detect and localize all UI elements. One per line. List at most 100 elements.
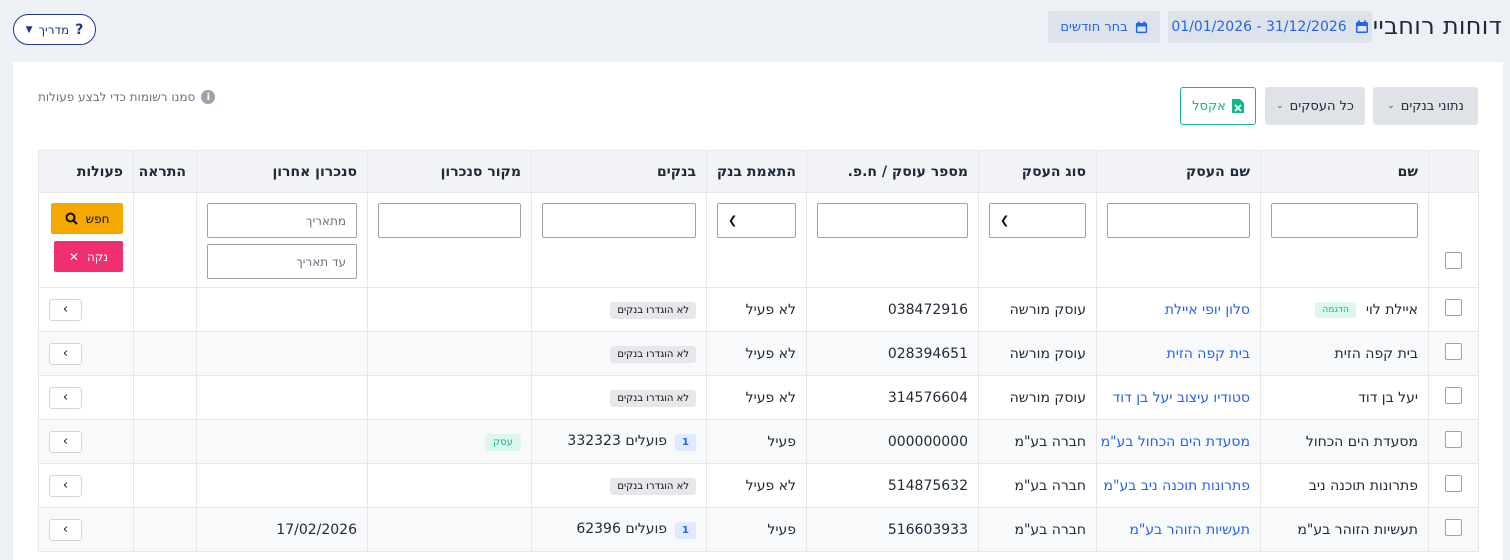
filter-banks-input[interactable] [542, 203, 696, 238]
bank-data-label: נתוני בנקים [1400, 98, 1464, 114]
row-open-button[interactable]: › [49, 298, 82, 321]
table-row[interactable]: איילת לוי הדגמה סלון יופי איילת עוסק מורש… [38, 287, 1479, 332]
table-row[interactable]: תעשיות הזוהר בע"מ תעשיות הזוהר בע"מ חברה… [38, 507, 1479, 552]
alert-cell [133, 419, 197, 464]
column-header-business-type[interactable]: סוג העסק [978, 150, 1097, 193]
chevron-right-icon: › [62, 434, 69, 449]
chevron-right-icon: › [62, 346, 69, 361]
info-icon: i [201, 90, 216, 104]
guide-button[interactable]: ? מדריך ▼ [13, 14, 96, 45]
excel-export-button[interactable]: אקסל [1180, 87, 1256, 125]
filter-alert-cell [133, 192, 197, 288]
sync-source-cell: עסק [367, 419, 532, 464]
row-select-cell [1428, 463, 1479, 508]
filter-sync-source-input[interactable] [378, 203, 521, 238]
bank-data-dropdown[interactable]: נתוני בנקים ⌄ [1373, 87, 1478, 125]
client-name: תעשיות הזוהר בע"מ [1297, 521, 1418, 538]
column-header-business-name[interactable]: שם העסק [1096, 150, 1261, 193]
row-open-button[interactable]: › [49, 430, 82, 453]
filter-name-cell [1260, 192, 1429, 288]
name-cell: מסעדת הים הכחול [1260, 419, 1429, 464]
column-header-banks[interactable]: בנקים [531, 150, 707, 193]
table-row[interactable]: פתרונות תוכנה ניב פתרונות תוכנה ניב בע"מ… [38, 463, 1479, 508]
all-businesses-dropdown[interactable]: כל העסקים ⌄ [1265, 87, 1365, 125]
tax-id-cell: 314576604 [806, 375, 979, 420]
report-card: נתוני בנקים ⌄ כל העסקים ⌄ אקסל i סמנו רש… [13, 62, 1503, 560]
last-sync-cell [196, 287, 368, 332]
choose-months-button[interactable]: בחר חודשים [1048, 11, 1160, 43]
alert-cell [133, 331, 197, 376]
filter-from-date-input[interactable]: מתאריך [207, 203, 357, 238]
filter-business-type-cell: ❯ [978, 192, 1097, 288]
row-open-button[interactable]: › [49, 342, 82, 365]
page-title: דוחות רוחביים [1356, 12, 1502, 40]
clear-button[interactable]: נקה ✕ [54, 241, 123, 272]
row-open-button[interactable]: › [49, 474, 82, 497]
filter-business-name-input[interactable] [1107, 203, 1250, 238]
business-name-link[interactable]: בית קפה הזית [1167, 346, 1250, 362]
row-checkbox[interactable] [1445, 519, 1462, 536]
business-name-link[interactable]: פתרונות תוכנה ניב בע"מ [1104, 478, 1250, 494]
calendar-icon [1135, 20, 1147, 33]
last-sync-cell [196, 463, 368, 508]
row-checkbox[interactable] [1445, 299, 1462, 316]
calendar-icon [1355, 20, 1368, 33]
tax-id-cell: 000000000 [806, 419, 979, 464]
business-name-cell: פתרונות תוכנה ניב בע"מ [1096, 463, 1261, 508]
filter-row: ❯ ❯ מתאריך עד תאריך חפש נקה ✕ [38, 192, 1479, 288]
chevron-down-icon: ⌄ [1276, 101, 1284, 111]
business-name-cell: מסעדת הים הכחול בע"מ [1096, 419, 1261, 464]
select-column-header [1428, 150, 1479, 193]
column-header-sync-source[interactable]: מקור סנכרון [367, 150, 532, 193]
date-range-button[interactable]: 31/12/2026 - 01/01/2026 [1168, 11, 1372, 43]
column-header-name[interactable]: שם [1260, 150, 1429, 193]
column-header-last-sync[interactable]: סנכרון אחרון [196, 150, 368, 193]
tax-id-cell: 514875632 [806, 463, 979, 508]
tax-id-cell: 038472916 [806, 287, 979, 332]
column-header-bank-match[interactable]: התאמת בנק [706, 150, 807, 193]
choose-months-label: בחר חודשים [1060, 19, 1128, 35]
business-name-link[interactable]: תעשיות הזוהר בע"מ [1129, 522, 1250, 538]
client-name: פתרונות תוכנה ניב [1308, 477, 1418, 494]
row-checkbox[interactable] [1445, 475, 1462, 492]
row-checkbox[interactable] [1445, 431, 1462, 448]
row-open-button[interactable]: › [49, 518, 82, 541]
banks-cell: לא הוגדרו בנקים [531, 463, 707, 508]
bank-account-text: פועלים 62396 [576, 520, 668, 537]
table-row[interactable]: בית קפה הזית בית קפה הזית עוסק מורשה 028… [38, 331, 1479, 376]
clear-label: נקה [86, 249, 109, 264]
business-name-link[interactable]: סטודיו עיצוב יעל בן דוד [1113, 390, 1250, 406]
filter-name-input[interactable] [1271, 203, 1418, 238]
business-name-cell: בית קפה הזית [1096, 331, 1261, 376]
table-row[interactable]: יעל בן דוד סטודיו עיצוב יעל בן דוד עוסק … [38, 375, 1479, 420]
bank-match-cell: לא פעיל [706, 287, 807, 332]
filter-bank-match-select[interactable]: ❯ [717, 203, 796, 238]
no-banks-badge: לא הוגדרו בנקים [610, 477, 696, 495]
business-type-cell: עוסק מורשה [978, 375, 1097, 420]
client-name: מסעדת הים הכחול [1305, 433, 1418, 450]
search-button[interactable]: חפש [51, 203, 123, 234]
column-header-alert[interactable]: התראה [133, 150, 197, 193]
row-checkbox[interactable] [1445, 387, 1462, 404]
name-cell: תעשיות הזוהר בע"מ [1260, 507, 1429, 552]
business-name-link[interactable]: סלון יופי איילת [1165, 302, 1250, 318]
column-header-tax-id[interactable]: מספר עוסק / ח.פ. [806, 150, 979, 193]
bank-match-cell: לא פעיל [706, 375, 807, 420]
filter-to-date-input[interactable]: עד תאריך [207, 244, 357, 279]
chevron-down-icon: ❯ [1000, 214, 1010, 227]
name-cell: פתרונות תוכנה ניב [1260, 463, 1429, 508]
filter-tax-id-input[interactable] [817, 203, 968, 238]
business-name-link[interactable]: מסעדת הים הכחול בע"מ [1101, 434, 1250, 450]
row-checkbox[interactable] [1445, 343, 1462, 360]
filter-business-type-select[interactable]: ❯ [989, 203, 1086, 238]
sync-source-badge: עסק [485, 433, 521, 451]
row-open-button[interactable]: › [49, 386, 82, 409]
column-header-actions: פעולות [38, 150, 134, 193]
top-bar: דוחות רוחביים 31/12/2026 - 01/01/2026 בח… [0, 0, 1510, 58]
row-select-cell [1428, 507, 1479, 552]
select-all-checkbox[interactable] [1445, 252, 1462, 269]
table-row[interactable]: מסעדת הים הכחול מסעדת הים הכחול בע"מ חבר… [38, 419, 1479, 464]
actions-cell: › [38, 331, 134, 376]
bank-match-cell: לא פעיל [706, 463, 807, 508]
bank-count-badge: 1 [675, 521, 696, 539]
